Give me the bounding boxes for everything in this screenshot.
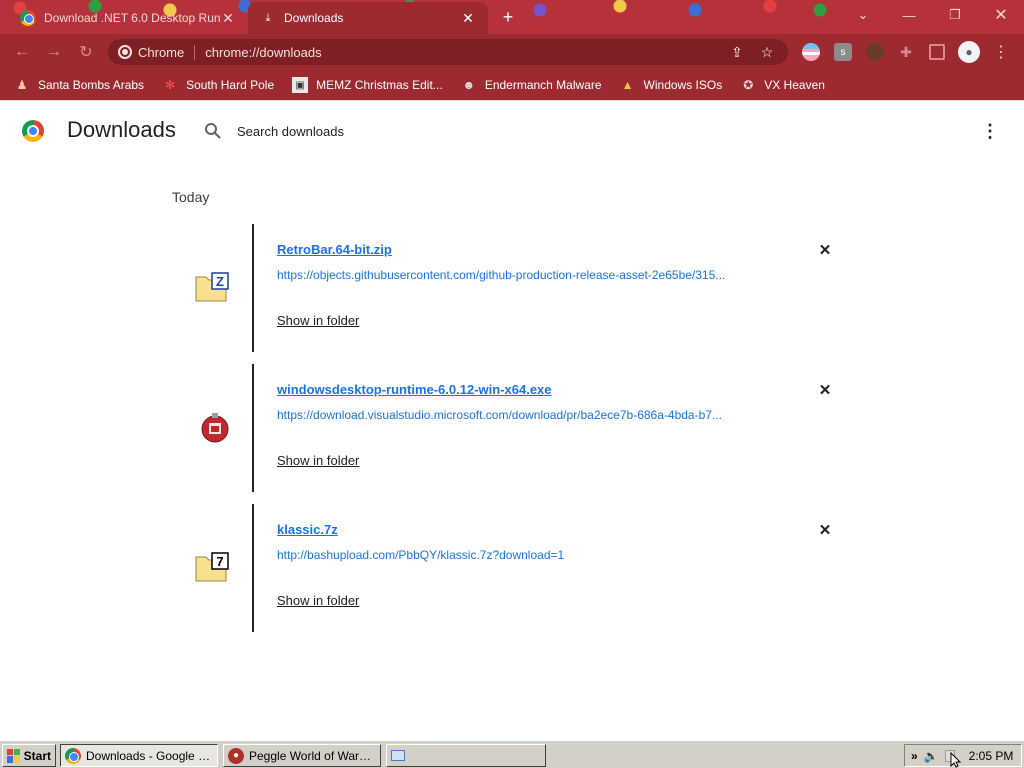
- snowflake-icon: ✻: [165, 78, 176, 92]
- bookmark-label: MEMZ Christmas Edit...: [316, 78, 443, 92]
- file-name-link[interactable]: windowsdesktop-runtime-6.0.12-win-x64.ex…: [277, 382, 552, 397]
- search-icon[interactable]: [204, 122, 222, 140]
- vx-icon: ✪: [743, 78, 754, 92]
- 7z-archive-icon: 7: [195, 552, 229, 582]
- download-icon: ⤓: [265, 11, 271, 24]
- bookmark-vx-heaven[interactable]: ✪ VX Heaven: [740, 77, 825, 93]
- zip-archive-icon: Z: [195, 272, 229, 302]
- memz-icon: ▣: [292, 77, 309, 93]
- peggle-icon: ●: [228, 747, 244, 764]
- source-url-link[interactable]: https://download.visualstudio.microsoft.…: [277, 408, 777, 422]
- tab-favicon: [20, 10, 36, 26]
- forward-button[interactable]: →: [42, 40, 66, 64]
- bookmark-label: Endermanch Malware: [484, 78, 602, 92]
- bookmark-windows-isos[interactable]: ▲ Windows ISOs: [620, 77, 723, 93]
- window-icon: [391, 750, 405, 761]
- bookmark-memz[interactable]: ▣ MEMZ Christmas Edit...: [292, 77, 443, 93]
- address-bar[interactable]: Chrome chrome://downloads ⇪ ☆: [108, 39, 788, 65]
- tab-title: Download .NET 6.0 Desktop Runtime: [44, 11, 220, 25]
- tray-expand-icon[interactable]: »: [911, 749, 918, 763]
- item-divider: [252, 364, 254, 492]
- minimize-button[interactable]: —: [886, 0, 932, 30]
- avatar-extension-icon[interactable]: [866, 43, 884, 61]
- volume-icon[interactable]: 🔈: [924, 749, 939, 763]
- bookmark-santa-bombs-arabs[interactable]: ♟ Santa Bombs Arabs: [14, 77, 144, 93]
- chrome-icon: [118, 45, 132, 59]
- installer-icon: [201, 413, 229, 443]
- chrome-menu-icon[interactable]: ⋮: [992, 43, 1010, 61]
- share-icon[interactable]: ⇪: [726, 41, 748, 63]
- profile-avatar-icon[interactable]: ●: [958, 41, 980, 63]
- search-input[interactable]: [237, 119, 537, 143]
- url-text[interactable]: chrome://downloads: [205, 45, 718, 60]
- back-button[interactable]: ←: [10, 40, 34, 64]
- title-bar: Download .NET 6.0 Desktop Runtime ✕ ⤓ Do…: [0, 0, 1024, 34]
- file-name-link[interactable]: klassic.7z: [277, 522, 338, 537]
- bookmarks-bar: ♟ Santa Bombs Arabs ✻ South Hard Pole ▣ …: [0, 70, 1024, 100]
- flag-extension-icon[interactable]: [802, 43, 820, 61]
- bookmark-endermanch-malware[interactable]: ☻ Endermanch Malware: [461, 77, 602, 93]
- tab-title: Downloads: [284, 11, 344, 25]
- windows-icon: ▲: [621, 78, 634, 92]
- bookmark-label: Santa Bombs Arabs: [38, 78, 145, 92]
- system-tray: » 🔈 2:05 PM: [904, 744, 1022, 767]
- svg-text:7: 7: [216, 554, 223, 569]
- clock[interactable]: 2:05 PM: [969, 749, 1014, 763]
- taskbar: Start Downloads - Google Chro... ● Peggl…: [0, 740, 1024, 768]
- start-label: Start: [23, 748, 51, 763]
- remove-download-icon[interactable]: ✕: [816, 381, 834, 399]
- close-tab-icon[interactable]: ✕: [220, 10, 236, 26]
- restore-button[interactable]: ❐: [932, 0, 978, 30]
- windows-logo-icon: [7, 748, 20, 763]
- taskbar-button-window[interactable]: [386, 744, 546, 767]
- file-name-link[interactable]: RetroBar.64-bit.zip: [277, 242, 392, 257]
- bookmark-label: Windows ISOs: [643, 78, 723, 92]
- extensions-puzzle-icon[interactable]: ✚: [897, 43, 915, 61]
- item-divider: [252, 224, 254, 352]
- site-chip-label: Chrome: [138, 44, 185, 60]
- mouse-cursor-icon: [950, 752, 962, 768]
- chrome-logo-icon: [22, 120, 44, 142]
- santa-icon: ♟: [16, 78, 28, 92]
- tab-dotnet-download[interactable]: Download .NET 6.0 Desktop Runtime ✕: [8, 2, 248, 34]
- source-url-link[interactable]: https://objects.githubusercontent.com/gi…: [277, 268, 777, 282]
- s-extension-icon[interactable]: s: [834, 43, 852, 61]
- close-window-button[interactable]: ✕: [978, 0, 1024, 30]
- close-tab-icon[interactable]: ✕: [460, 10, 476, 26]
- more-actions-icon[interactable]: ⋮: [980, 120, 1000, 142]
- task-label: Downloads - Google Chro...: [86, 748, 213, 763]
- site-chip[interactable]: Chrome: [118, 44, 196, 60]
- svg-text:Z: Z: [216, 274, 224, 289]
- taskbar-button-chrome[interactable]: Downloads - Google Chro...: [60, 744, 218, 767]
- download-item: 7 klassic.7z http://bashupload.com/PbbQY…: [190, 504, 850, 632]
- task-label: Peggle World of Warcraft...: [249, 748, 376, 763]
- tab-downloads[interactable]: ⤓ Downloads ✕: [248, 2, 488, 34]
- reload-button[interactable]: ↻: [74, 40, 98, 64]
- remove-download-icon[interactable]: ✕: [816, 241, 834, 259]
- side-panel-icon[interactable]: [928, 43, 946, 61]
- show-in-folder-link[interactable]: Show in folder: [277, 453, 359, 468]
- source-url-link[interactable]: http://bashupload.com/PbbQY/klassic.7z?d…: [277, 548, 777, 562]
- page-title: Downloads: [67, 117, 176, 142]
- show-in-folder-link[interactable]: Show in folder: [277, 313, 359, 328]
- show-in-folder-link[interactable]: Show in folder: [277, 593, 359, 608]
- remove-download-icon[interactable]: ✕: [816, 521, 834, 539]
- bookmark-star-icon[interactable]: ☆: [756, 41, 778, 63]
- bookmark-label: South Hard Pole: [186, 78, 275, 92]
- bookmark-south-hard-pole[interactable]: ✻ South Hard Pole: [162, 77, 274, 93]
- taskbar-button-peggle[interactable]: ● Peggle World of Warcraft...: [223, 744, 381, 767]
- tab-search-button[interactable]: ⌄: [840, 0, 886, 30]
- chrome-icon: [65, 747, 81, 764]
- download-item: windowsdesktop-runtime-6.0.12-win-x64.ex…: [190, 364, 850, 492]
- browser-toolbar: ← → ↻ Chrome chrome://downloads ⇪ ☆ s ✚ …: [0, 34, 1024, 70]
- item-divider: [252, 504, 254, 632]
- download-item: Z RetroBar.64-bit.zip https://objects.gi…: [190, 224, 850, 352]
- start-button[interactable]: Start: [2, 744, 56, 767]
- new-tab-button[interactable]: +: [496, 6, 520, 28]
- date-heading: Today: [172, 189, 210, 205]
- downloads-header: Downloads ⋮: [0, 101, 1024, 161]
- bookmark-label: VX Heaven: [764, 78, 825, 92]
- raccoon-icon: ☻: [462, 78, 476, 92]
